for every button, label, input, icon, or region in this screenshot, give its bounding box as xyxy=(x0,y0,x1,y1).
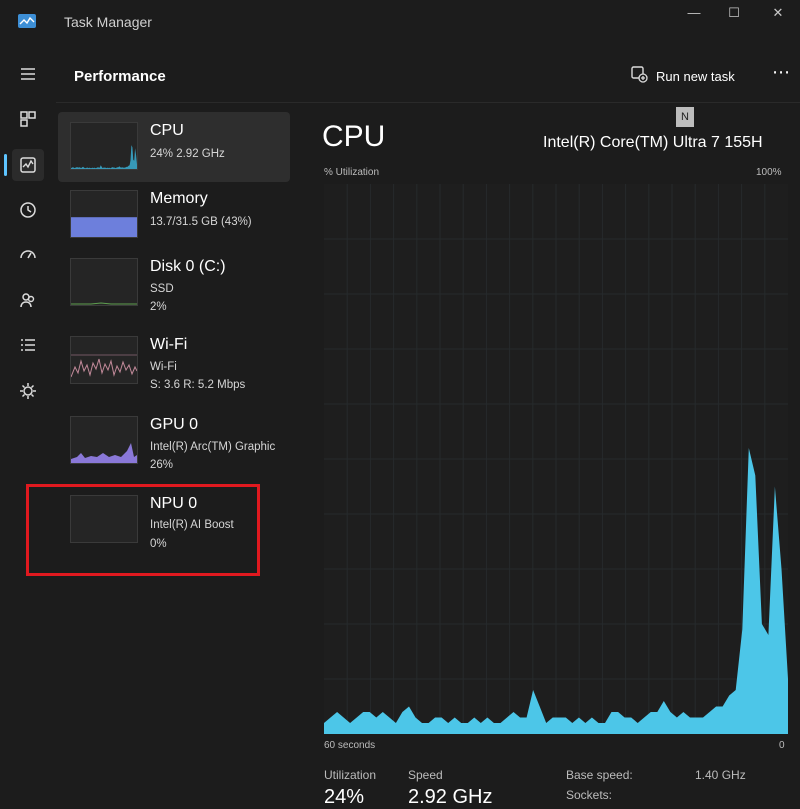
utilization-stat-value: 24% xyxy=(324,786,365,808)
minimize-button[interactable]: — xyxy=(684,4,704,22)
graph-time-end-label: 0 xyxy=(779,740,785,751)
gpu-thumbnail-graph xyxy=(70,416,138,464)
device-name: GPU 0 xyxy=(150,416,199,433)
device-item-gpu[interactable]: GPU 0 Intel(R) Arc(TM) Graphic 26% xyxy=(58,406,290,476)
device-type: SSD xyxy=(150,283,174,295)
window-title: Task Manager xyxy=(64,14,152,30)
device-name: Wi-Fi xyxy=(150,336,188,353)
performance-icon[interactable] xyxy=(12,149,44,181)
device-throughput: S: 3.6 R: 5.2 Mbps xyxy=(150,379,246,391)
task-manager-app-icon xyxy=(18,14,36,28)
graph-grid xyxy=(324,184,788,734)
device-model: Intel(R) Arc(TM) Graphic xyxy=(150,441,276,453)
app-history-icon[interactable] xyxy=(12,194,44,226)
device-usage: 26% xyxy=(150,459,174,471)
run-new-task-icon xyxy=(630,65,648,88)
maximize-button[interactable]: ☐ xyxy=(724,4,744,22)
run-new-task-button[interactable]: Run new task xyxy=(630,64,735,88)
page-title: Performance xyxy=(74,68,166,85)
cpu-model-name: Intel(R) Core(TM) Ultra 7 155H xyxy=(543,134,763,151)
speed-stat-label: Speed xyxy=(408,768,443,782)
services-icon[interactable] xyxy=(12,375,44,407)
processes-icon[interactable] xyxy=(12,103,44,135)
device-detail: 24% 2.92 GHz xyxy=(150,148,225,160)
base-speed-label: Base speed: xyxy=(566,768,633,782)
device-detail: 13.7/31.5 GB (43%) xyxy=(150,216,252,228)
device-name: CPU xyxy=(150,122,184,139)
device-item-disk[interactable]: Disk 0 (C:) SSD 2% xyxy=(58,248,290,318)
utilization-axis-label: % Utilization xyxy=(324,167,380,178)
users-icon[interactable] xyxy=(12,284,44,316)
header-divider xyxy=(56,102,800,103)
graph-time-start-label: 60 seconds xyxy=(324,740,376,751)
more-options-button[interactable]: ⋯ xyxy=(772,62,791,83)
hamburger-menu-icon[interactable] xyxy=(12,58,44,90)
device-item-wifi[interactable]: Wi-Fi Wi-Fi S: 3.6 R: 5.2 Mbps xyxy=(58,326,290,396)
run-new-task-label: Run new task xyxy=(656,68,735,84)
device-item-memory[interactable]: Memory 13.7/31.5 GB (43%) xyxy=(58,180,290,250)
disk-thumbnail-graph xyxy=(70,258,138,306)
startup-apps-icon[interactable] xyxy=(12,239,44,271)
close-button[interactable]: ✕ xyxy=(768,4,788,22)
device-name: Disk 0 (C:) xyxy=(150,258,226,275)
cpu-utilization-graph xyxy=(324,184,788,734)
utilization-stat-label: Utilization xyxy=(324,768,377,782)
device-name: Memory xyxy=(150,190,208,207)
n-badge: N xyxy=(676,107,694,127)
device-usage: 2% xyxy=(150,301,167,313)
memory-thumbnail-graph xyxy=(70,190,138,238)
main-title: CPU xyxy=(322,120,386,153)
npu-highlight-box xyxy=(26,484,260,576)
speed-stat-value: 2.92 GHz xyxy=(408,786,493,808)
nav-active-indicator xyxy=(4,154,7,176)
device-item-cpu[interactable]: CPU 24% 2.92 GHz xyxy=(58,112,290,182)
cpu-thumbnail-graph xyxy=(70,122,138,170)
device-type: Wi-Fi xyxy=(150,361,177,373)
base-speed-value: 1.40 GHz xyxy=(695,768,746,782)
wifi-thumbnail-graph xyxy=(70,336,138,384)
utilization-max-label: 100% xyxy=(756,167,782,178)
sockets-label: Sockets: xyxy=(566,788,613,802)
details-icon[interactable] xyxy=(12,329,44,361)
